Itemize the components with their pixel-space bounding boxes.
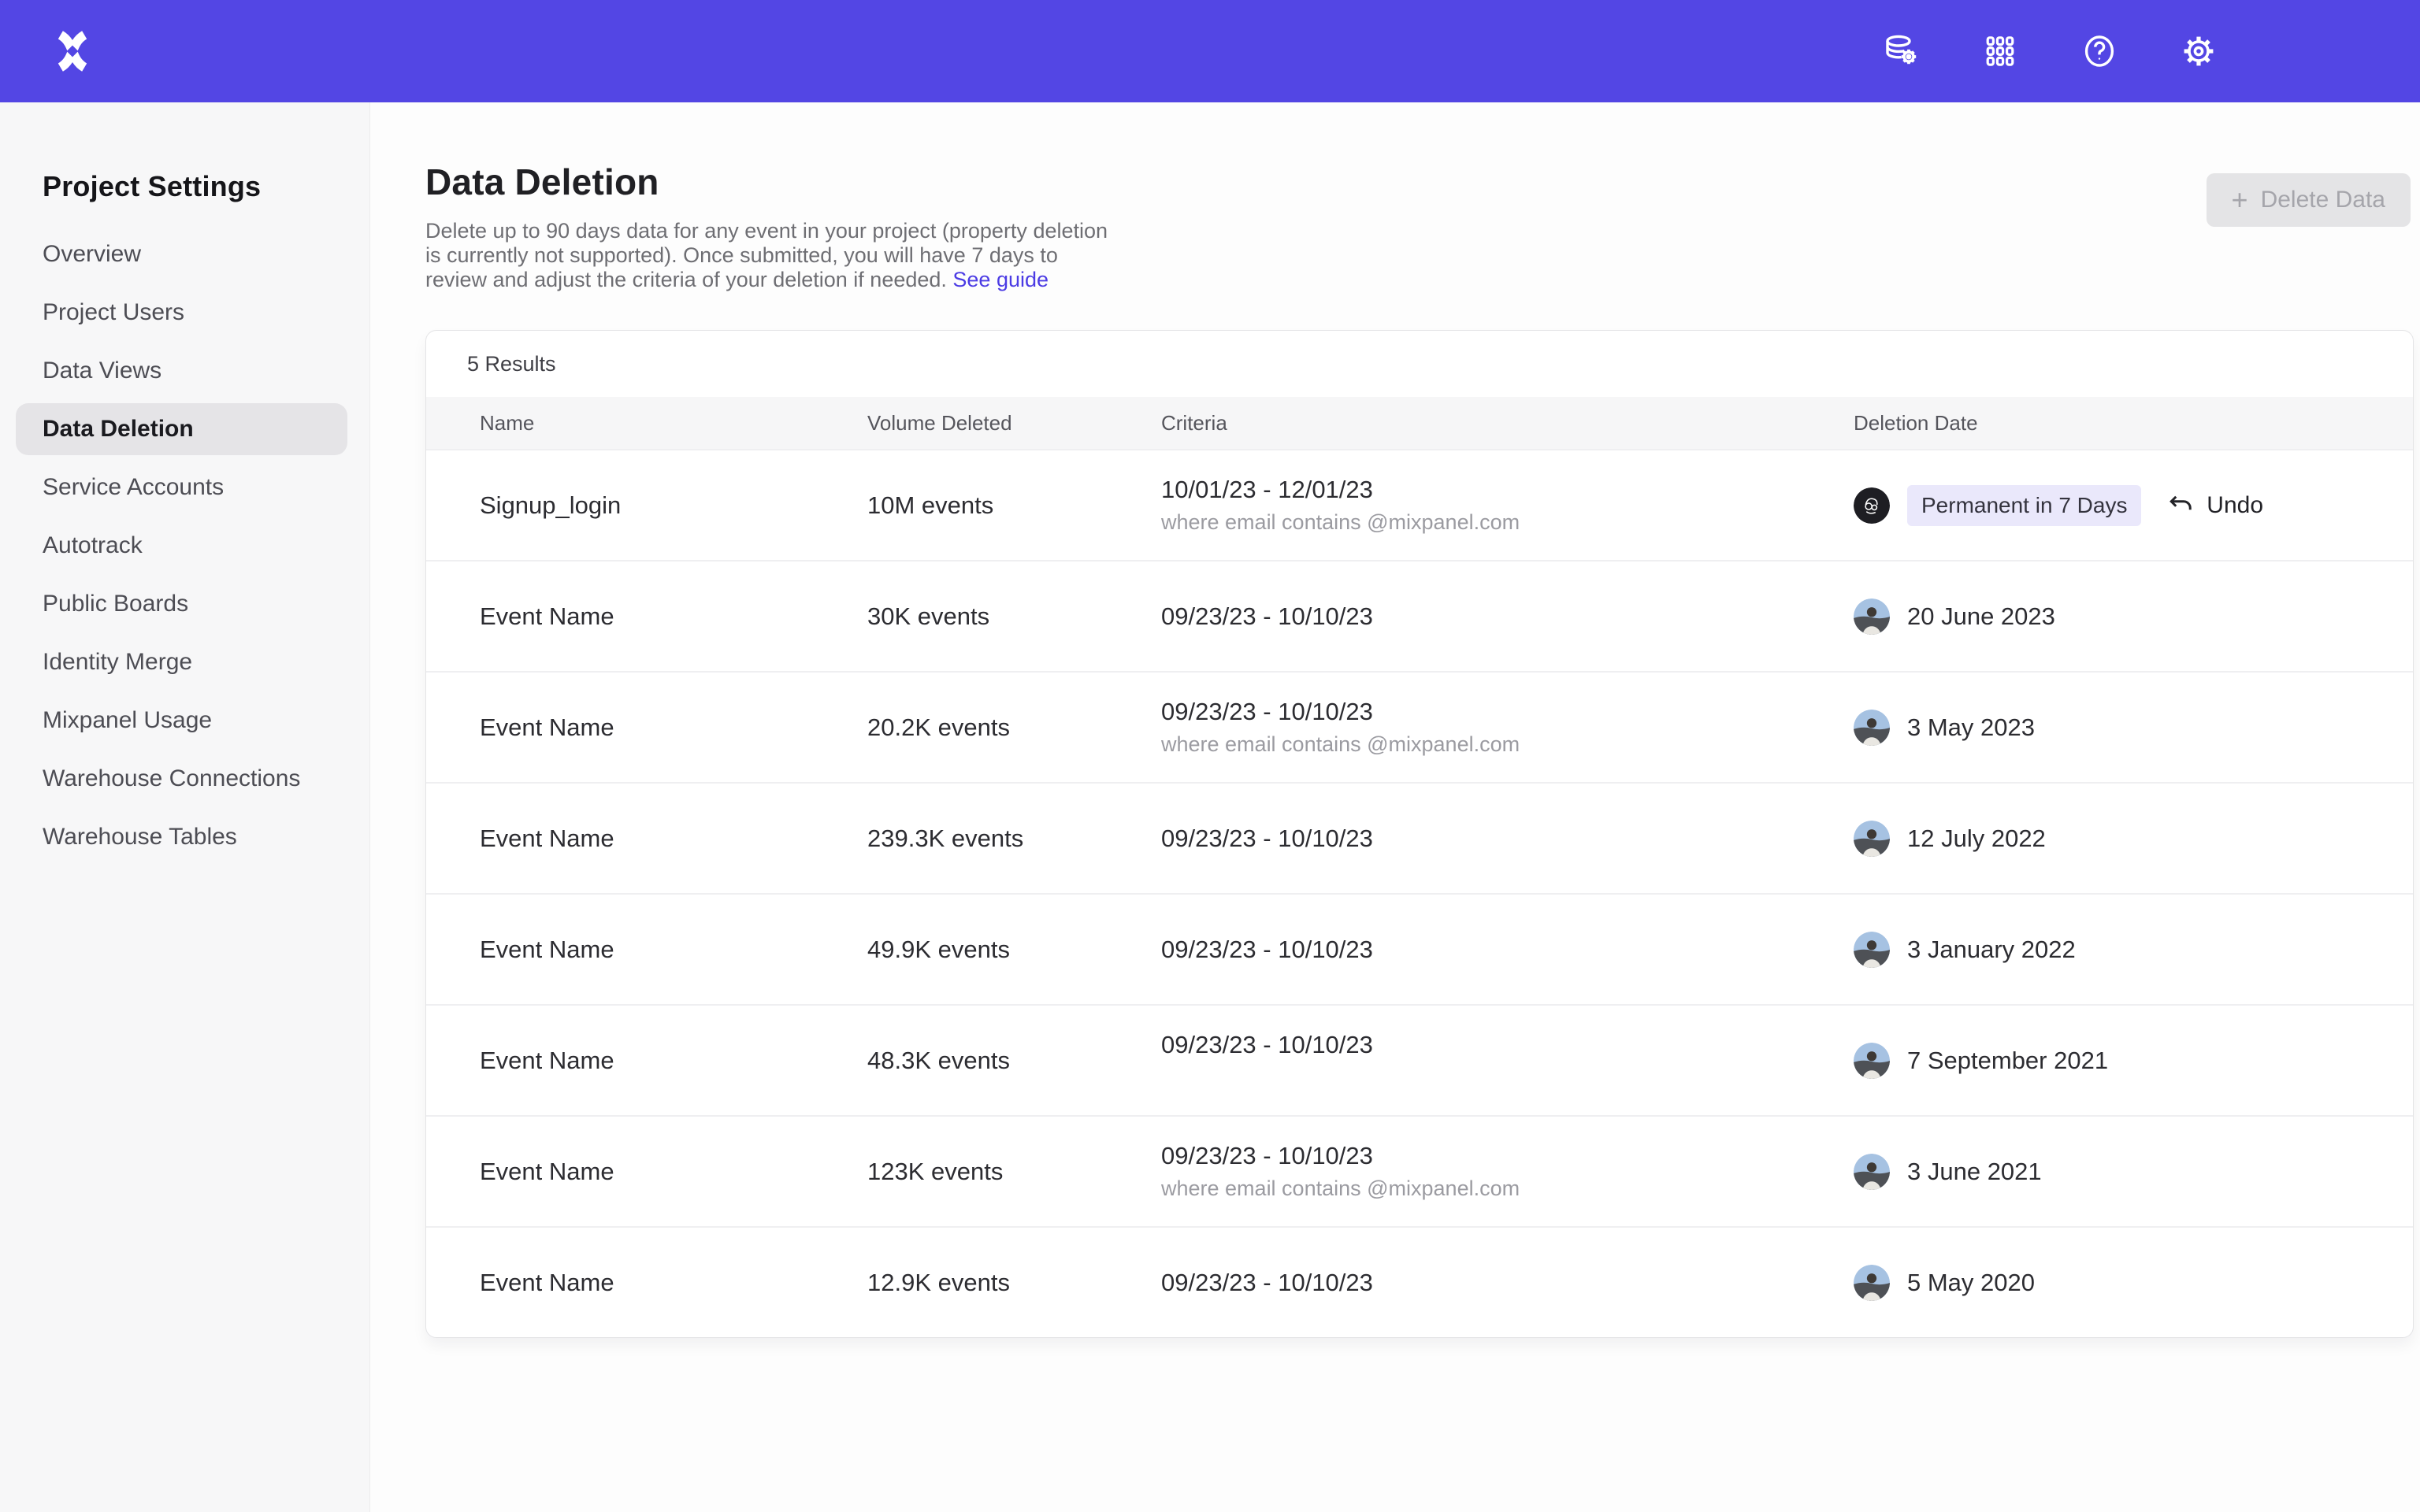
row-criteria: 09/23/23 - 10/10/23: [1161, 1031, 1854, 1059]
column-header-criteria: Criteria: [1161, 411, 1854, 435]
sidebar-item-data-views[interactable]: Data Views: [0, 342, 369, 400]
sidebar-item-warehouse-connections[interactable]: Warehouse Connections: [0, 750, 369, 808]
row-criteria: 09/23/23 - 10/10/23: [1161, 698, 1854, 726]
row-criteria-filter: where email contains @mixpanel.com: [1161, 1177, 1854, 1201]
sidebar-item-project-users[interactable]: Project Users: [0, 284, 369, 342]
data-management-icon[interactable]: [1881, 32, 1921, 71]
sidebar-item-data-deletion[interactable]: Data Deletion: [16, 403, 347, 455]
row-criteria-spacer: [1161, 1065, 1854, 1090]
row-criteria: 09/23/23 - 10/10/23: [1161, 825, 1854, 853]
deletion-date: 20 June 2023: [1907, 602, 2055, 631]
row-volume: 48.3K events: [867, 1047, 1161, 1075]
see-guide-link[interactable]: See guide: [952, 268, 1049, 291]
sidebar-item-public-boards[interactable]: Public Boards: [0, 575, 369, 633]
project-settings-sidebar: Project Settings Overview Project Users …: [0, 102, 370, 1512]
avatar: [1854, 710, 1890, 746]
undo-icon: [2167, 491, 2195, 520]
table-row: Event Name 30K events 09/23/23 - 10/10/2…: [426, 560, 2413, 671]
row-criteria: 09/23/23 - 10/10/23: [1161, 936, 1854, 964]
deletion-date: 7 September 2021: [1907, 1047, 2108, 1075]
deletion-requests-card: 5 Results Name Volume Deleted Criteria D…: [425, 330, 2414, 1338]
table-row: Event Name 239.3K events 09/23/23 - 10/1…: [426, 782, 2413, 893]
column-header-deletion-date: Deletion Date: [1854, 411, 2413, 435]
table-row: Event Name 20.2K events 09/23/23 - 10/10…: [426, 671, 2413, 782]
row-criteria-filter: where email contains @mixpanel.com: [1161, 510, 1854, 535]
sidebar-item-mixpanel-usage[interactable]: Mixpanel Usage: [0, 691, 369, 750]
sidebar-item-overview[interactable]: Overview: [0, 225, 369, 284]
table-row: Event Name 48.3K events 09/23/23 - 10/10…: [426, 1004, 2413, 1115]
column-header-name: Name: [480, 411, 867, 435]
row-name: Event Name: [480, 1269, 867, 1297]
row-name: Event Name: [480, 602, 867, 631]
deletion-date: 3 January 2022: [1907, 936, 2076, 964]
row-criteria: 09/23/23 - 10/10/23: [1161, 602, 1854, 631]
deletion-date: 3 June 2021: [1907, 1158, 2042, 1186]
sidebar-item-warehouse-tables[interactable]: Warehouse Tables: [0, 808, 369, 866]
table-row: Signup_login 10M events 10/01/23 - 12/01…: [426, 449, 2413, 560]
main-content: Data Deletion Delete up to 90 days data …: [370, 102, 2420, 1512]
row-name: Signup_login: [480, 491, 867, 520]
row-name: Event Name: [480, 1047, 867, 1075]
row-volume: 12.9K events: [867, 1269, 1161, 1297]
row-name: Event Name: [480, 713, 867, 742]
sidebar-item-identity-merge[interactable]: Identity Merge: [0, 633, 369, 691]
avatar: [1854, 1154, 1890, 1190]
avatar: [1854, 1043, 1890, 1079]
row-volume: 239.3K events: [867, 825, 1161, 853]
status-badge: Permanent in 7 Days: [1907, 485, 2141, 526]
mixpanel-logo-icon[interactable]: [52, 31, 93, 72]
apps-grid-icon[interactable]: [1980, 32, 2020, 71]
page-title: Data Deletion: [425, 161, 1119, 203]
sidebar-item-service-accounts[interactable]: Service Accounts: [0, 458, 369, 517]
row-name: Event Name: [480, 936, 867, 964]
table-row: Event Name 49.9K events 09/23/23 - 10/10…: [426, 893, 2413, 1004]
sidebar-item-autotrack[interactable]: Autotrack: [0, 517, 369, 575]
row-volume: 123K events: [867, 1158, 1161, 1186]
table-row: Event Name 12.9K events 09/23/23 - 10/10…: [426, 1226, 2413, 1337]
undo-button[interactable]: Undo: [2167, 491, 2263, 520]
deletion-date: 12 July 2022: [1907, 825, 2046, 853]
row-criteria: 09/23/23 - 10/10/23: [1161, 1269, 1854, 1297]
row-name: Event Name: [480, 1158, 867, 1186]
avatar: [1854, 487, 1890, 524]
row-volume: 49.9K events: [867, 936, 1161, 964]
deletion-date: 5 May 2020: [1907, 1269, 2035, 1297]
row-volume: 10M events: [867, 491, 1161, 520]
avatar: [1854, 1265, 1890, 1301]
delete-data-button[interactable]: + Delete Data: [2207, 173, 2411, 227]
table-row: Event Name 123K events 09/23/23 - 10/10/…: [426, 1115, 2413, 1226]
settings-gear-icon[interactable]: [2179, 32, 2218, 71]
row-volume: 20.2K events: [867, 713, 1161, 742]
row-name: Event Name: [480, 825, 867, 853]
sidebar-title: Project Settings: [43, 170, 369, 203]
column-header-volume-deleted: Volume Deleted: [867, 411, 1161, 435]
undo-label: Undo: [2207, 492, 2263, 519]
avatar: [1854, 598, 1890, 635]
delete-data-button-label: Delete Data: [2261, 187, 2385, 213]
help-icon[interactable]: [2080, 32, 2119, 71]
row-criteria: 09/23/23 - 10/10/23: [1161, 1142, 1854, 1170]
row-volume: 30K events: [867, 602, 1161, 631]
row-criteria: 10/01/23 - 12/01/23: [1161, 476, 1854, 504]
row-criteria-filter: where email contains @mixpanel.com: [1161, 732, 1854, 757]
plus-icon: +: [2232, 186, 2248, 214]
avatar: [1854, 821, 1890, 857]
avatar: [1854, 932, 1890, 968]
page-description: Delete up to 90 days data for any event …: [425, 219, 1119, 292]
deletion-date: 3 May 2023: [1907, 713, 2035, 742]
topbar-icon-group: [1881, 32, 2218, 71]
table-header-row: Name Volume Deleted Criteria Deletion Da…: [426, 397, 2413, 449]
top-navigation-bar: [0, 0, 2420, 102]
results-count: 5 Results: [426, 331, 2413, 397]
